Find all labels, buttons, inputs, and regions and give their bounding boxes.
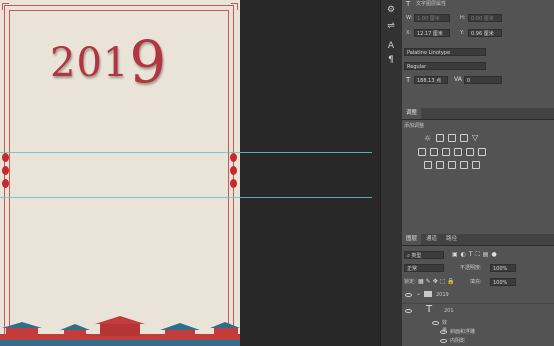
black-white-icon[interactable]	[442, 148, 450, 156]
h-field[interactable]: 0.00 厘米	[468, 14, 502, 22]
year-text: 201	[50, 40, 130, 86]
document-canvas[interactable]: 2019	[0, 0, 240, 346]
visibility-eye-icon[interactable]	[440, 339, 447, 343]
paragraph-icon[interactable]: ¶	[385, 54, 397, 66]
tab-layers[interactable]: 图层	[402, 234, 422, 245]
color-lookup-icon[interactable]	[478, 148, 486, 156]
exposure-icon[interactable]	[460, 134, 468, 142]
opacity-field[interactable]: 100%	[490, 264, 516, 272]
layers-header: 图层 通道 路径	[402, 234, 554, 246]
tab-adjustments[interactable]: 调整	[402, 108, 422, 119]
history-icon[interactable]: ⚙	[385, 4, 397, 16]
text-layer-icon: T	[406, 0, 411, 8]
x-field[interactable]: 12.17 厘米	[414, 29, 450, 37]
character-icon[interactable]: A	[385, 40, 397, 52]
posterize-icon[interactable]	[436, 161, 444, 169]
w-field[interactable]: 1.00 厘米	[414, 14, 450, 22]
levels-icon[interactable]	[436, 134, 444, 142]
lock-label: 锁定:	[404, 279, 416, 285]
visibility-eye-icon[interactable]	[432, 321, 439, 325]
year-heading[interactable]: 2019	[50, 22, 167, 96]
tracking-icon: VA	[454, 76, 462, 83]
folder-icon	[424, 291, 432, 297]
chevron-down-icon[interactable]: ⌄	[416, 290, 421, 297]
tab-channels[interactable]: 通道	[422, 234, 441, 245]
vibrance-icon[interactable]: ▽	[472, 133, 478, 142]
text-layer-thumbnail-icon: T	[426, 304, 433, 315]
lantern-icon	[2, 166, 9, 175]
layer-filter-icons[interactable]: ▣◐T⛶▤●	[452, 251, 500, 259]
properties-header: T 文字图层属性	[402, 0, 554, 9]
properties-title: 文字图层属性	[416, 1, 447, 7]
layer-filter-select[interactable]: ⌕ 类型	[404, 251, 444, 259]
year-big-digit: 9	[129, 28, 168, 96]
layer-name: 201	[444, 308, 454, 314]
visibility-eye-icon[interactable]	[440, 330, 447, 334]
guide-line[interactable]	[0, 152, 372, 153]
font-size-field[interactable]: 188.13 点	[414, 76, 448, 84]
add-adjustment-label: 添加调整	[404, 123, 425, 129]
fill-field[interactable]: 100%	[490, 278, 516, 286]
lantern-icon	[230, 153, 237, 162]
corner-ornament-icon	[231, 3, 238, 10]
font-family-select[interactable]: Palatino Linotype	[404, 48, 486, 56]
adjust-icon[interactable]: ⇌	[385, 20, 397, 32]
font-style-select[interactable]: Regular	[404, 62, 486, 70]
right-panel: T 文字图层属性 W: 1.00 厘米 H: 0.00 厘米 X: 12.17 …	[402, 0, 554, 346]
gradient-map-icon[interactable]	[460, 161, 468, 169]
x-label: X:	[406, 30, 412, 36]
lantern-icon	[230, 179, 237, 188]
curves-icon[interactable]	[448, 134, 456, 142]
adjustments-header: 调整	[402, 108, 554, 120]
lantern-icon	[2, 179, 9, 188]
guide-line[interactable]	[0, 197, 372, 198]
brightness-icon[interactable]: ☼	[424, 134, 431, 143]
hue-saturation-icon[interactable]	[418, 148, 426, 156]
visibility-eye-icon[interactable]	[405, 293, 412, 297]
opacity-label: 不透明度:	[460, 265, 482, 271]
invert-icon[interactable]	[424, 161, 432, 169]
channel-mixer-icon[interactable]	[466, 148, 474, 156]
fill-label: 填充:	[470, 279, 482, 285]
layer-filter-value: 类型	[411, 253, 422, 259]
selective-color-icon[interactable]	[472, 161, 480, 169]
corner-ornament-icon	[2, 3, 9, 10]
visibility-eye-icon[interactable]	[405, 309, 412, 313]
tracking-field[interactable]: 0	[464, 76, 502, 84]
threshold-icon[interactable]	[448, 161, 456, 169]
color-balance-icon[interactable]	[430, 148, 438, 156]
effect-inner-shadow-label: 内阴影	[450, 338, 466, 344]
h-label: H:	[460, 15, 466, 21]
blend-mode-select[interactable]: 正常	[404, 264, 444, 272]
palace-skyline-illustration	[0, 316, 240, 346]
lantern-icon	[2, 153, 9, 162]
layer-row-group[interactable]: ⌄ 2019	[402, 287, 554, 304]
y-label: Y:	[460, 30, 465, 36]
lock-icons[interactable]: ▦✎✥⬚🔒	[418, 278, 457, 285]
photo-filter-icon[interactable]	[454, 148, 462, 156]
y-field[interactable]: 0.96 厘米	[468, 29, 502, 37]
tab-paths[interactable]: 路径	[442, 234, 461, 245]
font-size-icon: T	[406, 76, 411, 84]
effect-bevel-label: 斜面和浮雕	[450, 329, 476, 335]
lantern-icon	[230, 166, 237, 175]
layer-row-text[interactable]: T 201	[402, 303, 554, 319]
layer-name: 2019	[436, 292, 449, 298]
w-label: W:	[406, 15, 413, 21]
